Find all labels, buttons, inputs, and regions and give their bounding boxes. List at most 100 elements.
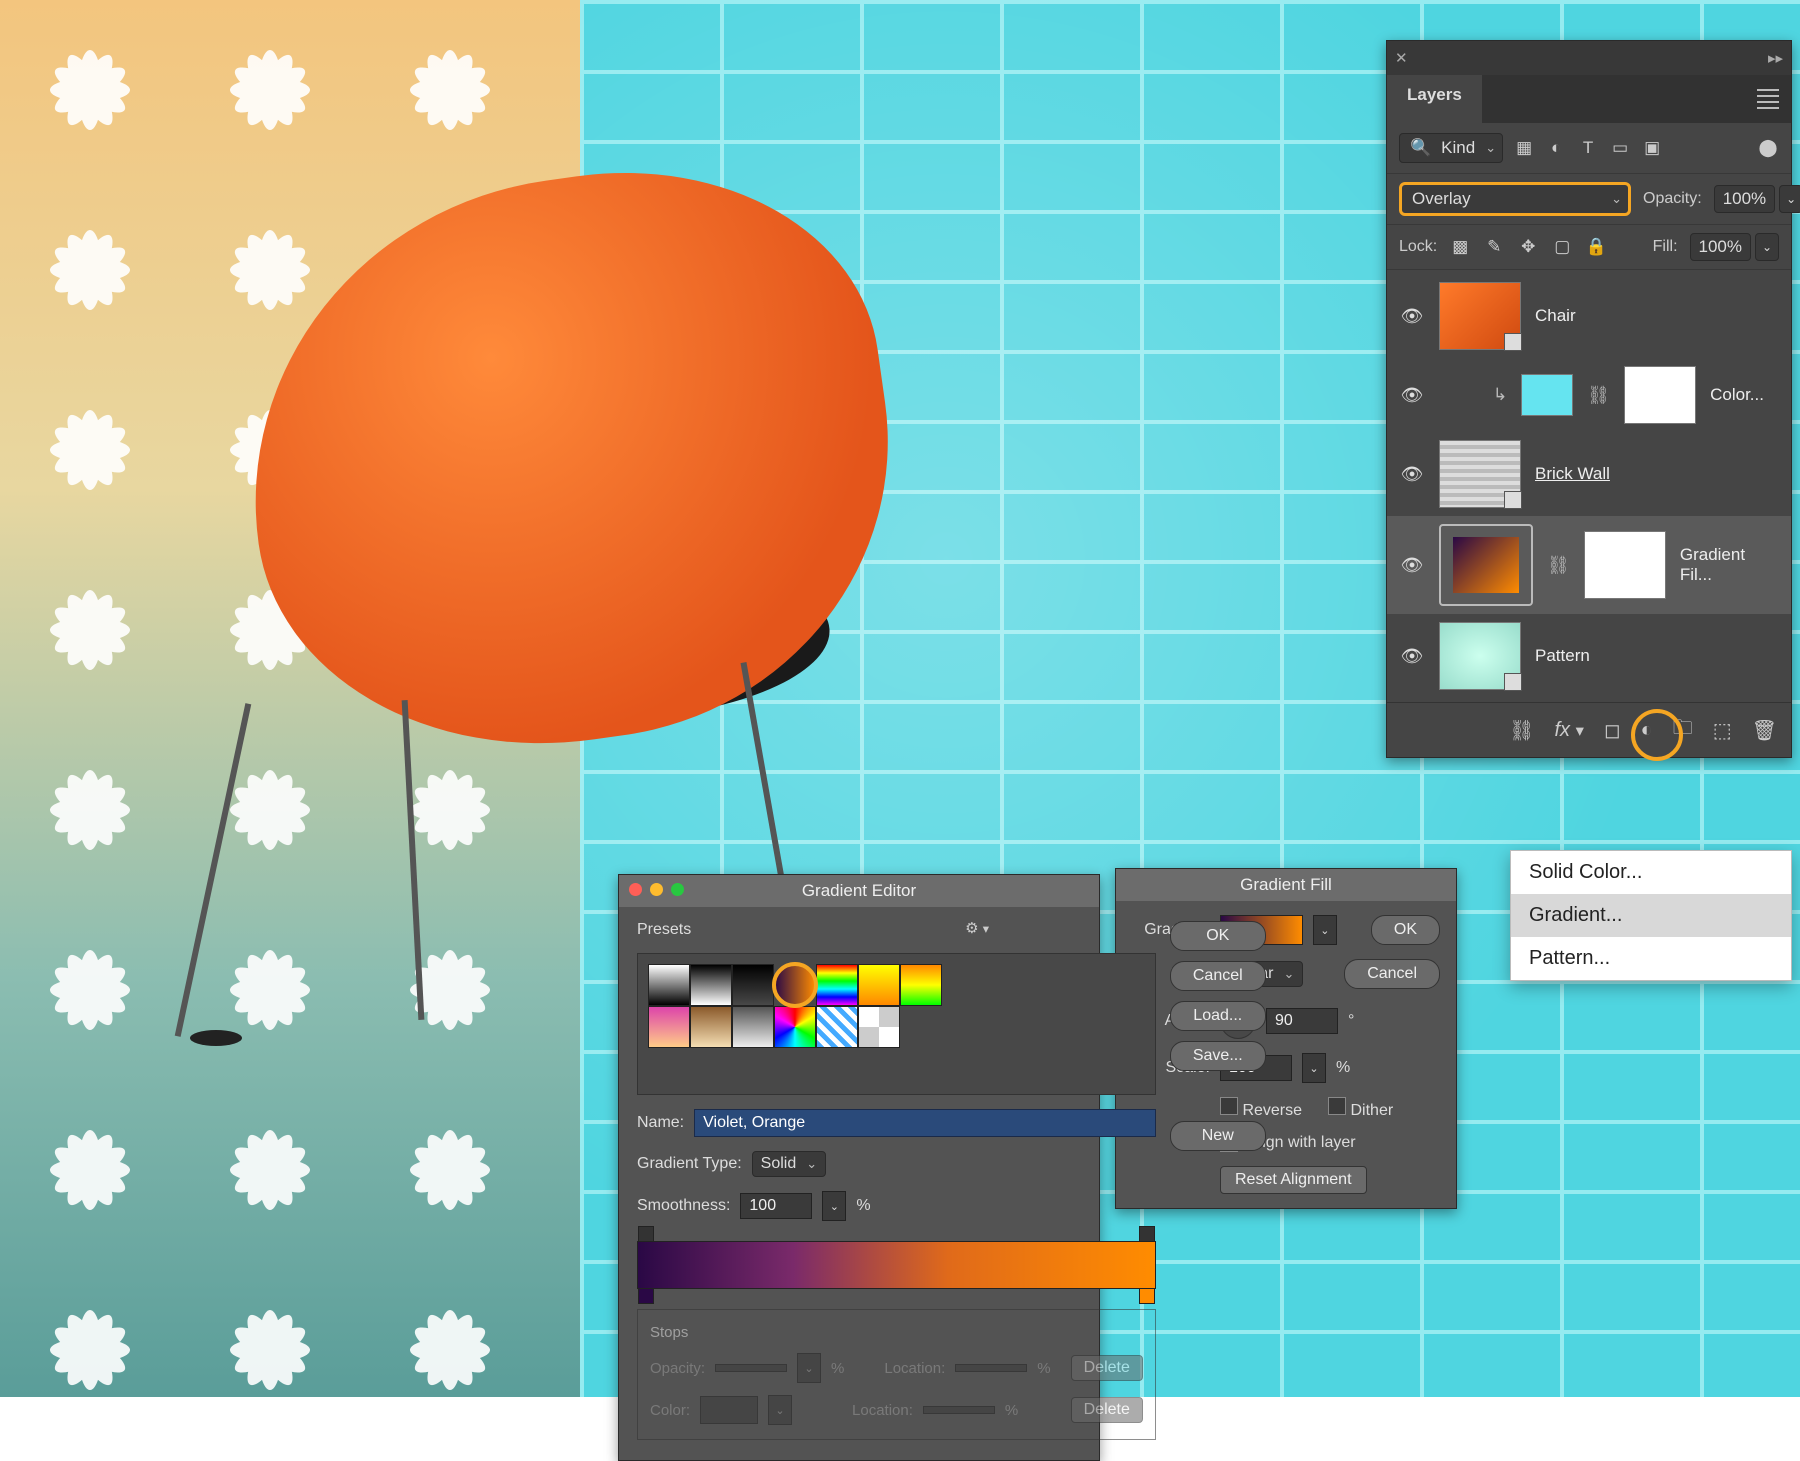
- preset-swatch[interactable]: [732, 1006, 774, 1048]
- stop-color-drop[interactable]: ⌄: [768, 1395, 792, 1425]
- delete-stop-button[interactable]: Delete: [1071, 1355, 1143, 1381]
- save-button[interactable]: Save...: [1170, 1041, 1266, 1071]
- delete-layer-icon[interactable]: 🗑: [1752, 718, 1777, 743]
- filter-type-icon[interactable]: T: [1577, 137, 1599, 159]
- filter-adjustment-icon[interactable]: ◐: [1545, 137, 1567, 159]
- cancel-button[interactable]: Cancel: [1170, 961, 1266, 991]
- preset-swatch[interactable]: [858, 964, 900, 1006]
- layer-thumbnail-selected[interactable]: [1439, 524, 1533, 606]
- smoothness-dropdown[interactable]: ⌄: [822, 1191, 846, 1221]
- lock-artboard-icon[interactable]: ▢: [1551, 236, 1573, 258]
- gradient-dropdown[interactable]: ⌄: [1313, 915, 1337, 945]
- lock-brush-icon[interactable]: ✎: [1483, 236, 1505, 258]
- stop-location-field2[interactable]: [923, 1406, 995, 1414]
- filter-shape-icon[interactable]: ▭: [1609, 137, 1631, 159]
- delete-stop-button2[interactable]: Delete: [1071, 1397, 1143, 1423]
- layer-list: 👁 Chair 👁 ↳ ⛓ Color... 👁 Brick Wall 👁: [1387, 270, 1791, 702]
- visibility-icon[interactable]: 👁: [1399, 303, 1425, 329]
- lock-move-icon[interactable]: ✥: [1517, 236, 1539, 258]
- angle-field[interactable]: 90: [1266, 1008, 1338, 1034]
- preset-swatch[interactable]: [648, 1006, 690, 1048]
- tab-layers[interactable]: Layers: [1387, 75, 1482, 123]
- layer-name: Brick Wall: [1535, 464, 1779, 484]
- layer-thumbnail[interactable]: [1439, 440, 1521, 508]
- layer-mask[interactable]: [1584, 531, 1666, 599]
- preset-swatch[interactable]: [774, 1006, 816, 1048]
- filter-smart-icon[interactable]: ▣: [1641, 137, 1663, 159]
- filter-toggle-icon[interactable]: ⬤: [1757, 137, 1779, 159]
- dialog-title: Gradient Editor: [619, 875, 1099, 907]
- blend-mode-value: Overlay: [1412, 189, 1471, 209]
- collapse-icon[interactable]: ▸▸: [1768, 49, 1783, 67]
- dither-checkbox[interactable]: [1328, 1097, 1346, 1115]
- add-mask-icon[interactable]: ◻: [1604, 718, 1621, 743]
- new-layer-icon[interactable]: ⬚: [1713, 718, 1732, 743]
- gradient-type-select[interactable]: Solid ⌄: [752, 1151, 826, 1177]
- layer-thumbnail[interactable]: [1521, 374, 1573, 416]
- visibility-icon[interactable]: 👁: [1399, 461, 1425, 487]
- fill-dropdown[interactable]: ⌄: [1755, 233, 1779, 261]
- fx-icon[interactable]: fx ▾: [1555, 719, 1585, 742]
- layer-pattern[interactable]: 👁 Pattern: [1387, 614, 1791, 698]
- link-mask-icon[interactable]: ⛓: [1547, 555, 1570, 576]
- layer-color-fill[interactable]: 👁 ↳ ⛓ Color...: [1387, 358, 1791, 432]
- lock-transparency-icon[interactable]: ▩: [1449, 236, 1471, 258]
- panel-menu-icon[interactable]: [1745, 75, 1791, 123]
- filter-pixel-icon[interactable]: ▦: [1513, 137, 1535, 159]
- visibility-icon[interactable]: 👁: [1399, 552, 1425, 578]
- layer-thumbnail[interactable]: [1439, 282, 1521, 350]
- menu-item-solid-color[interactable]: Solid Color...: [1511, 851, 1791, 894]
- opacity-value[interactable]: 100%: [1714, 185, 1775, 213]
- ok-button[interactable]: OK: [1371, 915, 1440, 945]
- preset-swatch[interactable]: [816, 1006, 858, 1048]
- layer-brick-wall[interactable]: 👁 Brick Wall: [1387, 432, 1791, 516]
- layer-mask[interactable]: [1624, 366, 1696, 424]
- lock-all-icon[interactable]: 🔒: [1585, 236, 1607, 258]
- preset-swatch[interactable]: [816, 964, 858, 1006]
- preset-swatch[interactable]: [900, 964, 942, 1006]
- link-layers-icon[interactable]: ⛓: [1509, 718, 1534, 743]
- smoothness-label: Smoothness:: [637, 1197, 730, 1215]
- stop-color-swatch[interactable]: [700, 1396, 758, 1424]
- ok-button[interactable]: OK: [1170, 921, 1266, 951]
- chevron-down-icon: ⌄: [1283, 966, 1294, 982]
- layer-chair[interactable]: 👁 Chair: [1387, 274, 1791, 358]
- preset-swatch[interactable]: [690, 1006, 732, 1048]
- preset-swatch[interactable]: [648, 964, 690, 1006]
- new-button[interactable]: New: [1170, 1121, 1266, 1151]
- gradient-bar[interactable]: [637, 1241, 1156, 1289]
- link-mask-icon[interactable]: ⛓: [1587, 385, 1610, 406]
- cancel-button[interactable]: Cancel: [1344, 959, 1440, 989]
- adjustment-layer-icon[interactable]: ◐: [1641, 719, 1653, 742]
- chevron-down-icon: ⌄: [1485, 140, 1496, 156]
- preset-swatch[interactable]: [732, 964, 774, 1006]
- stop-opacity-drop[interactable]: ⌄: [797, 1353, 821, 1383]
- smoothness-field[interactable]: 100: [740, 1193, 812, 1219]
- preset-swatch[interactable]: [858, 1006, 900, 1048]
- layer-gradient-fill[interactable]: 👁 ⛓ Gradient Fil...: [1387, 516, 1791, 614]
- layer-thumbnail[interactable]: [1439, 622, 1521, 690]
- gear-icon[interactable]: ⚙ ▾: [965, 919, 989, 937]
- visibility-icon[interactable]: 👁: [1399, 643, 1425, 669]
- stop-location-field[interactable]: [955, 1364, 1027, 1372]
- load-button[interactable]: Load...: [1170, 1001, 1266, 1031]
- layer-name: Gradient Fil...: [1680, 545, 1779, 585]
- visibility-icon[interactable]: 👁: [1399, 382, 1425, 408]
- scale-unit: %: [1336, 1059, 1350, 1077]
- presets-label: Presets: [637, 921, 1156, 939]
- gradient-name-input[interactable]: [694, 1109, 1156, 1137]
- stop-opacity-label: Opacity:: [650, 1360, 705, 1377]
- preset-swatch[interactable]: [690, 964, 732, 1006]
- opacity-dropdown[interactable]: ⌄: [1779, 185, 1800, 213]
- window-controls[interactable]: [629, 883, 684, 896]
- scale-dropdown[interactable]: ⌄: [1302, 1053, 1326, 1083]
- menu-item-gradient[interactable]: Gradient...: [1511, 894, 1791, 937]
- fill-value[interactable]: 100%: [1690, 233, 1751, 261]
- preset-swatch-selected[interactable]: [774, 964, 816, 1006]
- filter-kind-select[interactable]: 🔍 Kind ⌄: [1399, 133, 1503, 163]
- gradient-fill-dialog: Gradient Fill Gradient: ⌄ OK Style: Line…: [1115, 868, 1457, 1209]
- stop-opacity-field[interactable]: [715, 1364, 787, 1372]
- blend-mode-select[interactable]: Overlay ⌄: [1399, 182, 1631, 216]
- close-icon[interactable]: ✕: [1395, 49, 1408, 67]
- menu-item-pattern[interactable]: Pattern...: [1511, 937, 1791, 980]
